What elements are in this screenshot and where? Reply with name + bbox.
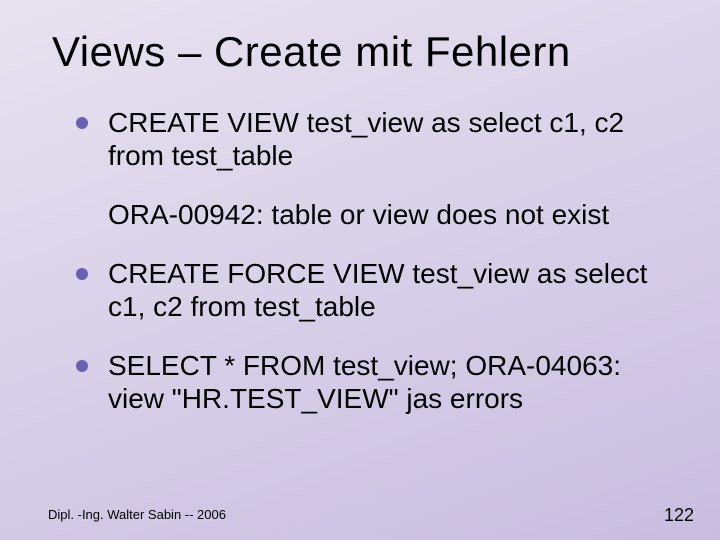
list-item: ORA-00942: table or view does not exist [76, 198, 680, 231]
list-item-text: ORA-00942: table or view does not exist [108, 199, 609, 230]
slide: Views – Create mit Fehlern CREATE VIEW t… [0, 0, 720, 540]
slide-title: Views – Create mit Fehlern [52, 28, 680, 76]
list-item: CREATE FORCE VIEW test_view as select c1… [76, 257, 680, 323]
list-item: SELECT * FROM test_view; ORA-04063: view… [76, 349, 680, 415]
list-item: CREATE VIEW test_view as select c1, c2 f… [76, 106, 680, 172]
list-item-text: CREATE FORCE VIEW test_view as select c1… [108, 258, 647, 322]
footer-author: Dipl. -Ing. Walter Sabin -- 2006 [48, 507, 226, 522]
bullet-list: CREATE VIEW test_view as select c1, c2 f… [48, 106, 680, 415]
page-number: 122 [664, 505, 694, 526]
list-item-text: SELECT * FROM test_view; ORA-04063: view… [108, 350, 621, 414]
list-item-text: CREATE VIEW test_view as select c1, c2 f… [108, 107, 624, 171]
